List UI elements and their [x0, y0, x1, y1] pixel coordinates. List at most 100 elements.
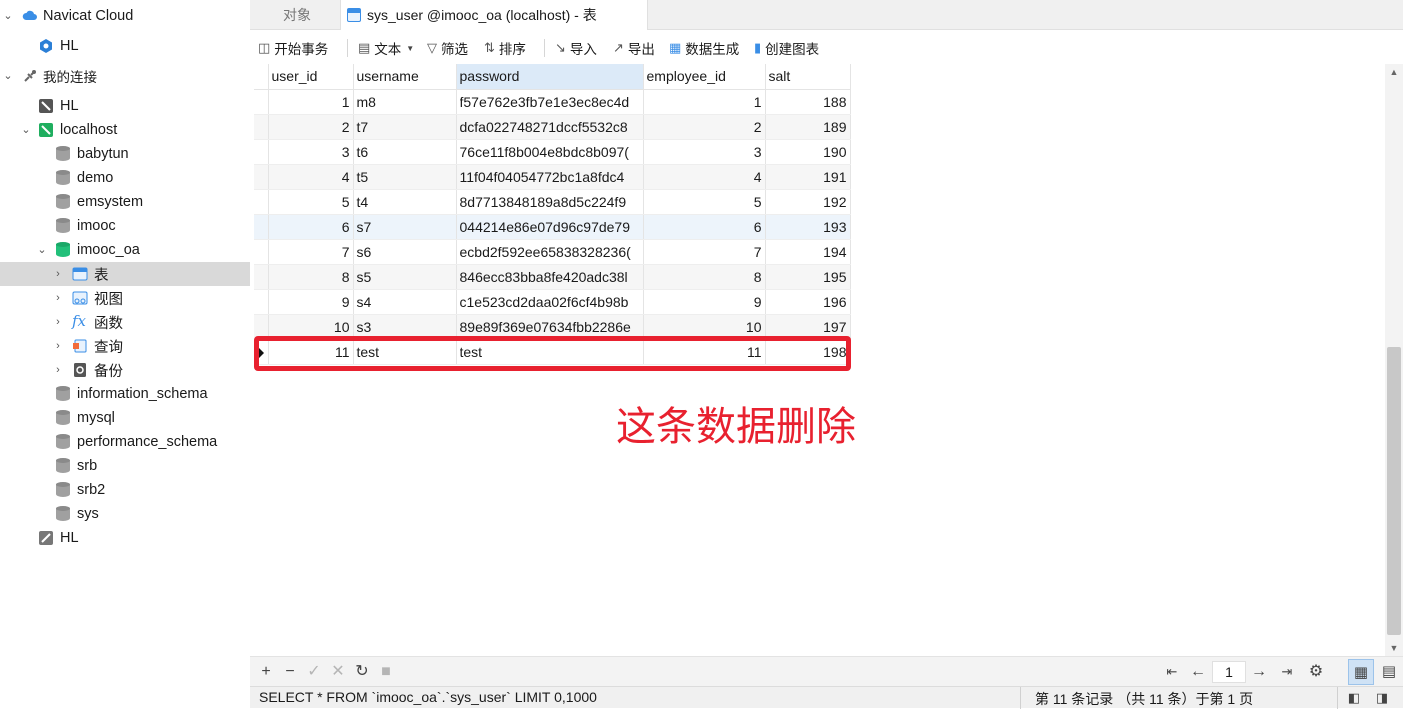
sort-button[interactable]: ⇅ 排序 [484, 38, 526, 58]
chevron-right-icon[interactable]: › [52, 316, 64, 328]
cell-employee-id[interactable]: 8 [643, 264, 766, 290]
table-row[interactable]: 7 s6 ecbd2f592ee65838328236(7 194 [254, 239, 851, 265]
cell-password[interactable]: 8d7713848189a8d5c224f9 [456, 189, 644, 215]
cell-user-id[interactable]: 5 [268, 189, 354, 215]
cell-user-id[interactable]: 9 [268, 289, 354, 315]
cell-salt[interactable]: 189 [765, 114, 851, 140]
apply-changes-icon[interactable]: ✓ [304, 662, 324, 682]
cell-employee-id[interactable]: 6 [643, 214, 766, 240]
cell-username[interactable]: t6 [353, 139, 457, 165]
tree-item-srb[interactable]: srb [0, 454, 250, 478]
last-page-icon[interactable]: ⇥ [1277, 662, 1297, 682]
tree-item-localhost[interactable]: ⌄ localhost [0, 118, 250, 142]
cell-user-id[interactable]: 2 [268, 114, 354, 140]
create-chart-button[interactable]: ▮ 创建图表 [754, 38, 819, 58]
refresh-icon[interactable]: ↻ [352, 662, 372, 682]
cell-user-id[interactable]: 8 [268, 264, 354, 290]
cell-employee-id[interactable]: 9 [643, 289, 766, 315]
tab-sys-user[interactable]: sys_user @imooc_oa (localhost) - 表 [340, 0, 648, 30]
cell-username[interactable]: m8 [353, 89, 457, 115]
tab-objects[interactable]: 对象 [254, 0, 340, 30]
chevron-down-icon[interactable]: ⌄ [2, 10, 14, 22]
row-indicator[interactable] [254, 164, 269, 190]
tree-item-imooc-oa[interactable]: ⌄ imooc_oa [0, 238, 250, 262]
tree-item-hl-alt[interactable]: HL [0, 526, 250, 550]
cell-password[interactable]: 11f04f04054772bc1a8fdc4 [456, 164, 644, 190]
settings-gear-icon[interactable]: ⚙ [1306, 662, 1326, 682]
cell-password[interactable]: 76ce11f8b004e8bdc8b097( [456, 139, 644, 165]
table-row[interactable]: 8 s5 846ecc83bba8fe420adc38l 8 195 [254, 264, 851, 290]
cell-password[interactable]: 846ecc83bba8fe420adc38l [456, 264, 644, 290]
cell-username[interactable]: t4 [353, 189, 457, 215]
cell-employee-id[interactable]: 3 [643, 139, 766, 165]
cell-employee-id[interactable]: 1 [643, 89, 766, 115]
row-indicator[interactable] [254, 114, 269, 140]
tree-item-mysql[interactable]: mysql [0, 406, 250, 430]
chevron-right-icon[interactable]: › [52, 292, 64, 304]
row-indicator[interactable] [254, 264, 269, 290]
page-number-input[interactable]: 1 [1212, 661, 1246, 683]
cell-employee-id[interactable]: 5 [643, 189, 766, 215]
cell-password[interactable]: 044214e86e07d96c97de79 [456, 214, 644, 240]
cell-employee-id[interactable]: 2 [643, 114, 766, 140]
previous-page-icon[interactable]: ← [1188, 662, 1208, 682]
cell-username[interactable]: s6 [353, 239, 457, 265]
chevron-right-icon[interactable]: › [52, 268, 64, 280]
column-header-user-id[interactable]: user_id [268, 64, 354, 90]
table-row[interactable]: 2 t7 dcfa022748271dccf5532c8 2 189 [254, 114, 851, 140]
chevron-right-icon[interactable]: › [52, 340, 64, 352]
tree-item-cloud-hl[interactable]: HL [0, 34, 250, 58]
cell-user-id[interactable]: 6 [268, 214, 354, 240]
tree-item-babytun[interactable]: babytun [0, 142, 250, 166]
cell-salt[interactable]: 192 [765, 189, 851, 215]
tree-item-backups[interactable]: › 备份 [0, 358, 250, 382]
tree-item-my-connections[interactable]: ⌄ 我的连接 [0, 64, 250, 88]
scroll-up-icon[interactable]: ▲ [1385, 64, 1403, 80]
tree-item-tables[interactable]: › 表 [0, 262, 250, 286]
tree-item-navicat-cloud[interactable]: ⌄ Navicat Cloud [0, 4, 250, 28]
column-header-employee-id[interactable]: employee_id [643, 64, 766, 90]
form-view-icon[interactable]: ▤ [1376, 659, 1402, 685]
row-indicator[interactable] [254, 289, 269, 315]
cell-salt[interactable]: 196 [765, 289, 851, 315]
cell-user-id[interactable]: 7 [268, 239, 354, 265]
cell-password[interactable]: ecbd2f592ee65838328236( [456, 239, 644, 265]
cell-user-id[interactable]: 1 [268, 89, 354, 115]
first-page-icon[interactable]: ⇤ [1162, 662, 1182, 682]
tree-item-srb2[interactable]: srb2 [0, 478, 250, 502]
table-row[interactable]: 6 s7 044214e86e07d96c97de79 6 193 [254, 214, 851, 240]
stop-icon[interactable]: ■ [376, 662, 396, 682]
dropdown-arrow-icon[interactable]: ▼ [406, 44, 414, 53]
column-header-salt[interactable]: salt [765, 64, 851, 90]
cell-salt[interactable]: 195 [765, 264, 851, 290]
tree-item-imooc[interactable]: imooc [0, 214, 250, 238]
row-indicator[interactable] [254, 89, 269, 115]
begin-transaction-button[interactable]: ◫ 开始事务 [258, 38, 328, 58]
tree-item-functions[interactable]: › fx 函数 [0, 310, 250, 334]
table-row[interactable]: 4 t5 11f04f04054772bc1a8fdc4 4 191 [254, 164, 851, 190]
cell-employee-id[interactable]: 7 [643, 239, 766, 265]
row-indicator[interactable] [254, 189, 269, 215]
chevron-down-icon[interactable]: ⌄ [36, 244, 48, 256]
table-row[interactable]: 5 t4 8d7713848189a8d5c224f9 5 192 [254, 189, 851, 215]
cell-password[interactable]: c1e523cd2daa02f6cf4b98b [456, 289, 644, 315]
cell-salt[interactable]: 194 [765, 239, 851, 265]
scroll-down-icon[interactable]: ▼ [1385, 640, 1403, 656]
toggle-sidebar-icon[interactable]: ◧ [1344, 687, 1364, 709]
tree-item-queries[interactable]: › 查询 [0, 334, 250, 358]
cell-salt[interactable]: 188 [765, 89, 851, 115]
chevron-right-icon[interactable]: › [52, 364, 64, 376]
cell-employee-id[interactable]: 4 [643, 164, 766, 190]
tree-item-performance-schema[interactable]: performance_schema [0, 430, 250, 454]
next-page-icon[interactable]: → [1249, 662, 1269, 682]
chevron-down-icon[interactable]: ⌄ [20, 124, 32, 136]
tree-item-emsystem[interactable]: emsystem [0, 190, 250, 214]
toggle-detail-panel-icon[interactable]: ◨ [1372, 687, 1392, 709]
table-row[interactable]: 1 m8 f57e762e3fb7e1e3ec8ec4d 1 188 [254, 89, 851, 115]
cell-password[interactable]: f57e762e3fb7e1e3ec8ec4d [456, 89, 644, 115]
chevron-down-icon[interactable]: ⌄ [2, 70, 14, 82]
row-indicator[interactable] [254, 139, 269, 165]
delete-record-icon[interactable]: − [280, 662, 300, 682]
column-header-username[interactable]: username [353, 64, 457, 90]
tree-item-demo[interactable]: demo [0, 166, 250, 190]
